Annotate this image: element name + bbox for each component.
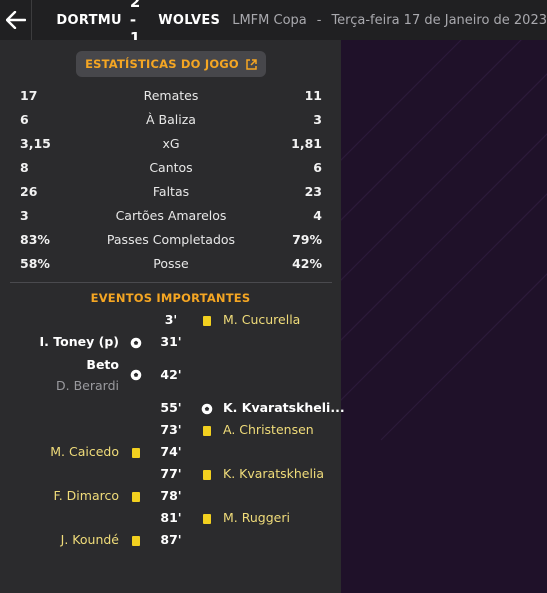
yellow-card-icon — [200, 468, 214, 482]
home-stat-value: 58% — [20, 255, 50, 271]
match-date: Terça-feira 17 de Janeiro de 2023 — [331, 12, 547, 28]
back-button[interactable] — [0, 0, 33, 40]
event-player[interactable]: M. Cucurella — [223, 312, 300, 327]
event-minute: 73' — [160, 422, 182, 437]
stat-row-xg: 3,15 xG 1,81 — [20, 131, 322, 155]
stat-row-passes: 83% Passes Completados 79% — [20, 227, 322, 251]
event-minute: 74' — [160, 444, 182, 459]
event-minute: 3' — [164, 312, 178, 327]
event-player[interactable]: K. Kvaratskhelia — [223, 466, 324, 481]
external-link-icon — [246, 58, 257, 70]
stat-row-fouls: 26 Faltas 23 — [20, 179, 322, 203]
event-assist[interactable]: D. Berardi — [56, 378, 119, 393]
stat-label: À Baliza — [146, 111, 196, 127]
away-team-name[interactable]: WOLVES — [158, 13, 220, 28]
event-player[interactable]: M. Caicedo — [50, 444, 119, 459]
home-stat-value: 17 — [20, 87, 38, 103]
away-stat-value: 23 — [304, 183, 322, 199]
competition-name[interactable]: LMFM Copa — [232, 13, 307, 28]
match-meta: LMFM Copa - Terça-feira 17 de Janeiro de 2… — [232, 13, 547, 28]
yellow-card-icon — [129, 446, 143, 460]
match-stats-label: ESTATÍSTICAS DO JOGO — [85, 57, 239, 71]
away-stat-value: 6 — [313, 159, 322, 175]
yellow-card-icon — [200, 314, 214, 328]
match-stats-button[interactable]: ESTATÍSTICAS DO JOGO — [76, 51, 266, 77]
away-stat-value: 79% — [292, 231, 322, 247]
stat-label: Passes Completados — [106, 231, 236, 247]
event-player[interactable]: J. Koundé — [61, 532, 119, 547]
home-stat-value: 6 — [20, 111, 29, 127]
event-minute: 81' — [160, 510, 182, 525]
home-stat-value: 8 — [20, 159, 29, 175]
football-icon — [129, 368, 143, 382]
stat-row-corners: 8 Cantos 6 — [20, 155, 322, 179]
yellow-card-icon — [129, 490, 143, 504]
event-player[interactable]: I. Toney (p) — [40, 334, 119, 349]
stat-label: Cantos — [149, 159, 193, 175]
home-stat-value: 3,15 — [20, 135, 51, 151]
event-player[interactable]: M. Ruggeri — [223, 510, 290, 525]
event-player[interactable]: F. Dimarco — [54, 488, 119, 503]
section-divider — [10, 282, 332, 283]
stat-row-yellow-cards: 3 Cartões Amarelos 4 — [20, 203, 322, 227]
match-stats-panel: ESTATÍSTICAS DO JOGO 17 Remates 11 6 À B… — [0, 40, 345, 593]
yellow-card-icon — [200, 424, 214, 438]
stat-label: Posse — [153, 255, 189, 271]
stat-label: Remates — [143, 87, 199, 103]
yellow-card-icon — [129, 534, 143, 548]
stat-row-shots: 17 Remates 11 — [20, 83, 322, 107]
event-minute: 55' — [160, 400, 182, 415]
home-team-name[interactable]: DORTMU — [56, 13, 121, 28]
stat-label: Faltas — [152, 183, 190, 199]
event-minute: 77' — [160, 466, 182, 481]
away-stat-value: 4 — [313, 207, 322, 223]
event-player[interactable]: K. Kvaratskheli... — [223, 400, 345, 415]
football-icon — [129, 336, 143, 350]
event-minute: 31' — [160, 334, 182, 349]
yellow-card-icon — [200, 512, 214, 526]
event-minute: 87' — [160, 532, 182, 547]
header-separator: - — [316, 12, 322, 28]
match-header: DORTMU 2 - 1 WOLVES LMFM Copa - Terça-feir… — [0, 0, 547, 47]
event-player[interactable]: A. Christensen — [223, 422, 314, 437]
stat-row-possession: 58% Posse 42% — [20, 251, 322, 275]
pitch-background-panel — [341, 40, 547, 593]
away-stat-value: 3 — [313, 111, 322, 127]
home-stat-value: 83% — [20, 231, 50, 247]
away-stat-value: 11 — [304, 87, 322, 103]
stat-label: xG — [162, 135, 180, 151]
stat-row-on-target: 6 À Baliza 3 — [20, 107, 322, 131]
stat-label: Cartões Amarelos — [115, 207, 227, 223]
home-stat-value: 3 — [20, 207, 29, 223]
arrow-left-icon — [5, 11, 26, 29]
diagonal-stripes-pattern — [341, 40, 547, 441]
key-events-title: EVENTOS IMPORTANTES — [90, 291, 251, 305]
home-stat-value: 26 — [20, 183, 38, 199]
away-stat-value: 42% — [292, 255, 322, 271]
away-stat-value: 1,81 — [291, 135, 322, 151]
event-player[interactable]: Beto — [86, 357, 119, 372]
event-minute: 42' — [160, 367, 182, 382]
football-icon — [200, 402, 214, 416]
event-minute: 78' — [160, 488, 182, 503]
